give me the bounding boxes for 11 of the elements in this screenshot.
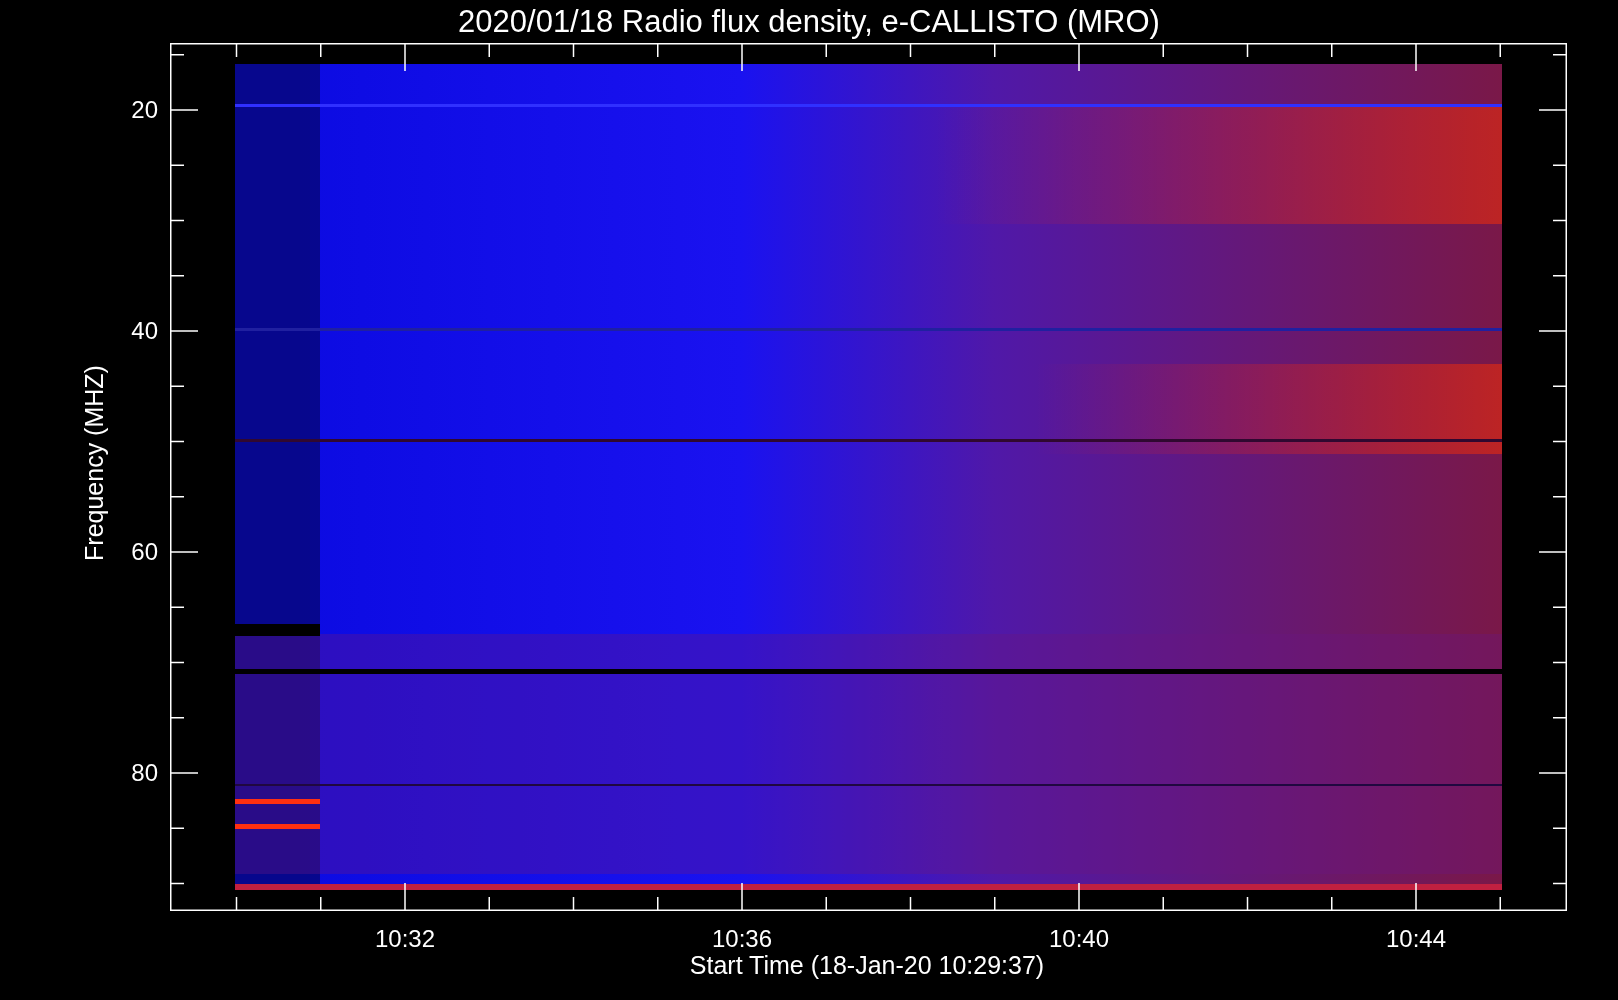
x-tick-label: 10:44 [1384,927,1448,951]
y-tick-label: 40 [130,319,158,343]
y-tick-label: 80 [130,761,158,785]
x-axis-label: Start Time (18-Jan-20 10:29:37) [688,953,1046,978]
x-tick-label: 10:36 [710,927,774,951]
x-tick-label: 10:32 [373,927,437,951]
chart-title: 2020/01/18 Radio flux density, e-CALLISTO (MRO) [458,6,1160,37]
y-tick-label: 60 [130,540,158,564]
y-axis-label: Frequency (MHZ) [81,365,107,561]
x-tick-label: 10:40 [1047,927,1111,951]
y-tick-label: 20 [130,98,158,122]
